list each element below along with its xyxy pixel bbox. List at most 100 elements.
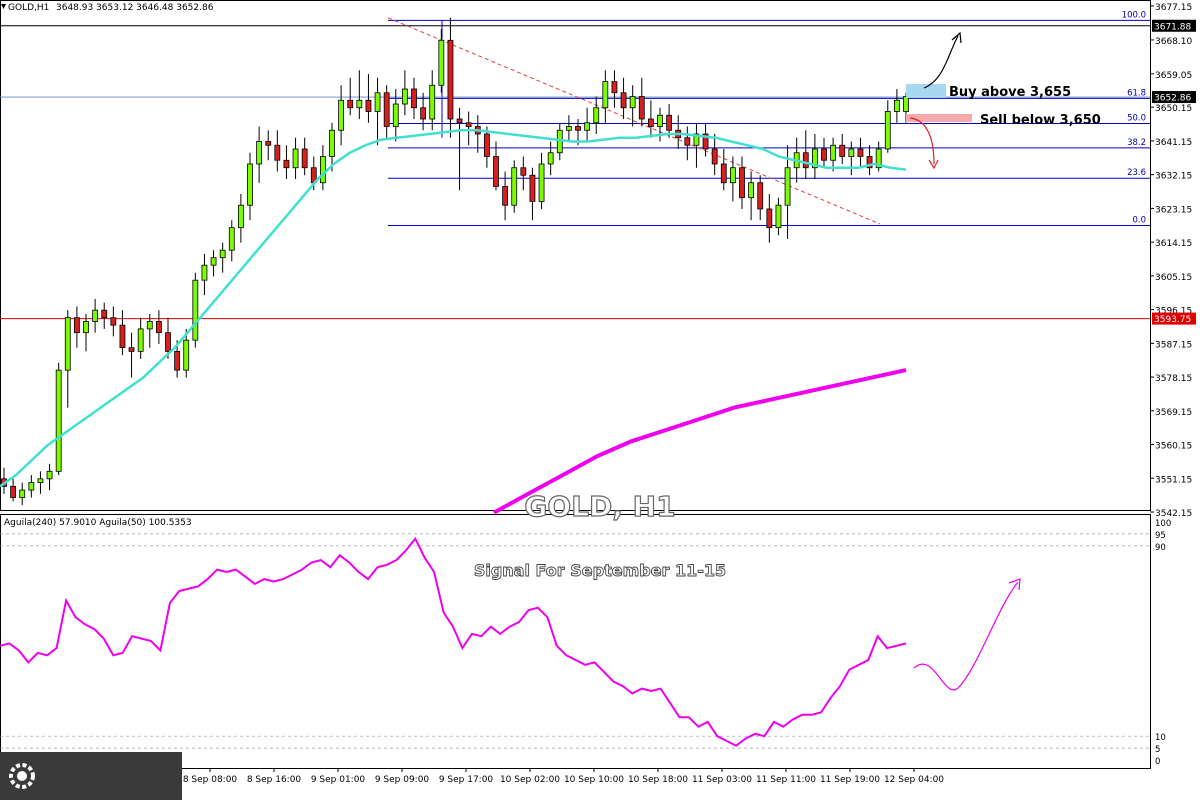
- fib-level-label: 50.0: [1127, 114, 1146, 124]
- fib-level-label: 0.0: [1132, 215, 1146, 225]
- x-tick-label: 9 Sep 01:00: [311, 775, 366, 785]
- candle-body: [502, 186, 509, 206]
- chart-svg: 3677.15 3668.10 3659.05 3650.15 3641.15 3632.…: [0, 0, 1196, 785]
- candle-body: [420, 107, 427, 120]
- watermark-subtitle: Signal For September 11-15: [474, 561, 726, 580]
- candle-body: [447, 39, 454, 120]
- candle-body: [374, 92, 381, 112]
- resistance-price-label: 3671.88: [1154, 22, 1191, 32]
- buy-label: Buy above 3,655: [949, 85, 1071, 100]
- candle-body: [319, 156, 326, 184]
- candle-body: [684, 137, 691, 146]
- chart-header-symbol: GOLD,H1: [8, 3, 49, 13]
- x-tick-label: 8 Sep 16:00: [247, 775, 302, 785]
- candle-body: [110, 317, 117, 326]
- osc-tick-label: 10: [1155, 733, 1166, 743]
- candle-body: [538, 163, 545, 202]
- candle-body: [638, 96, 645, 120]
- candle-body: [237, 204, 244, 229]
- y-tick-label: 3551.15: [1155, 475, 1192, 485]
- candle-body: [155, 321, 162, 334]
- osc-tick-label: 100: [1155, 519, 1171, 529]
- candle-body: [565, 126, 572, 131]
- candle-body: [483, 133, 490, 157]
- candle-body: [365, 99, 372, 112]
- candle-body: [55, 369, 62, 472]
- candle-body: [411, 88, 417, 109]
- candle-body: [219, 249, 226, 259]
- candle-body: [511, 167, 518, 206]
- candle-body: [611, 81, 618, 94]
- candle-body: [292, 148, 299, 169]
- candle-body: [274, 144, 281, 161]
- candle-body: [256, 141, 263, 165]
- osc-tick-label: 0: [1155, 757, 1160, 767]
- candle-body: [757, 182, 764, 210]
- candle-body: [28, 482, 35, 491]
- buy-box: [906, 84, 946, 98]
- candle-body: [137, 328, 144, 352]
- fib-level-label: 38.2: [1127, 138, 1146, 148]
- candle-body: [620, 92, 627, 109]
- y-tick-label: 3560.15: [1155, 442, 1192, 452]
- last-price-label: 3652.86: [1154, 94, 1191, 104]
- candle-body: [210, 257, 217, 266]
- y-tick-label: 3605.15: [1155, 273, 1192, 283]
- fib-level-label: 100.0: [1122, 10, 1146, 20]
- candle-body: [146, 321, 153, 330]
- candle-body: [73, 317, 80, 334]
- candle-body: [165, 332, 171, 352]
- candle-body: [729, 167, 736, 184]
- y-tick-label: 3641.15: [1155, 138, 1192, 148]
- x-tick-label: 11 Sep 11:00: [756, 775, 816, 785]
- candle-body: [201, 264, 208, 281]
- candle-body: [556, 129, 563, 154]
- candle-body: [228, 227, 235, 251]
- y-tick-label: 3668.10: [1155, 37, 1192, 47]
- osc-frame: [0, 514, 1151, 769]
- y-tick-label: 3542.15: [1155, 509, 1192, 519]
- osc-tick-label: 95: [1155, 531, 1166, 541]
- candle-body: [575, 126, 581, 131]
- y-tick-label: 3677.15: [1155, 3, 1192, 13]
- candle-body: [301, 148, 308, 169]
- candle-body: [857, 148, 864, 157]
- gear-logo-icon: [9, 763, 35, 789]
- x-tick-label: 10 Sep 02:00: [500, 775, 560, 785]
- candle-body: [438, 39, 445, 86]
- candle-body: [401, 88, 408, 105]
- candle-body: [593, 107, 600, 124]
- chart-header-ohlc: 3648.93 3653.12 3646.48 3652.86: [56, 3, 214, 13]
- x-tick-label: 11 Sep 19:00: [820, 775, 880, 785]
- x-tick-label: 11 Sep 03:00: [692, 775, 752, 785]
- instaforex-logo: [0, 752, 182, 800]
- candle-body: [338, 99, 345, 131]
- candle-body: [356, 99, 363, 109]
- x-tick-label: 8 Sep 08:00: [183, 775, 238, 785]
- support-price-label: 3593.75: [1154, 315, 1191, 325]
- y-tick-label: 3659.05: [1155, 71, 1192, 81]
- candle-body: [520, 167, 527, 176]
- candle-body: [748, 182, 755, 199]
- x-tick-label: 9 Sep 09:00: [375, 775, 430, 785]
- candle-body: [720, 163, 727, 184]
- candle-body: [265, 141, 272, 146]
- candle-body: [893, 99, 900, 112]
- candle-body: [547, 152, 554, 165]
- candle-body: [739, 167, 745, 199]
- y-tick-label: 3632.15: [1155, 172, 1192, 182]
- candle-body: [192, 279, 199, 341]
- candle-body: [602, 81, 609, 109]
- candle-body: [456, 118, 463, 124]
- x-tick-label: 10 Sep 10:00: [564, 775, 624, 785]
- candle-body: [46, 470, 53, 480]
- y-tick-label: 3569.15: [1155, 408, 1192, 418]
- candle-body: [92, 309, 99, 322]
- x-tick-label: 12 Sep 04:00: [884, 775, 944, 785]
- candle-body: [101, 309, 108, 319]
- candle-body: [493, 156, 499, 187]
- candle-body: [37, 478, 44, 483]
- candle-body: [903, 96, 909, 112]
- x-tick-label: 10 Sep 18:00: [628, 775, 688, 785]
- candle-body: [19, 489, 26, 498]
